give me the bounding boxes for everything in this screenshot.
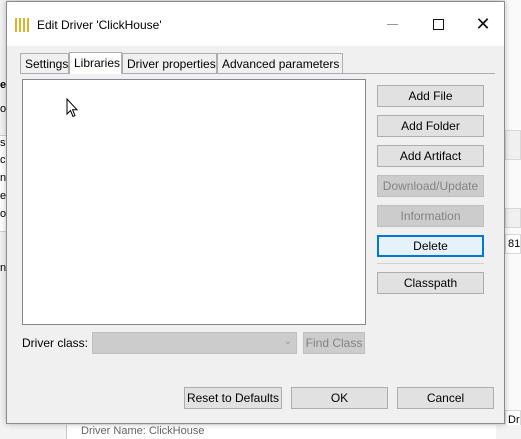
mouse-cursor-icon	[66, 98, 78, 118]
add-artifact-button[interactable]: Add Artifact	[377, 145, 484, 167]
chevron-down-icon: ⌄	[283, 336, 292, 347]
download-update-button[interactable]: Download/Update	[377, 175, 484, 197]
reset-to-defaults-button[interactable]: Reset to Defaults	[184, 387, 282, 409]
minimize-button[interactable]	[370, 2, 416, 46]
tab-libraries[interactable]: Libraries	[69, 52, 122, 74]
bg-cell	[505, 208, 521, 228]
tab-driver-properties[interactable]: Driver properties	[122, 53, 217, 73]
close-icon: ✕	[475, 14, 491, 34]
classpath-button[interactable]: Classpath	[377, 272, 484, 294]
button-separator	[377, 263, 484, 264]
find-class-button[interactable]: Find Class	[303, 332, 365, 354]
add-file-button[interactable]: Add File	[377, 85, 484, 107]
delete-button[interactable]: Delete	[377, 235, 484, 257]
tab-advanced-parameters[interactable]: Advanced parameters	[217, 53, 343, 73]
driver-class-combo[interactable]: ⌄	[92, 332, 297, 354]
maximize-icon	[433, 19, 444, 30]
background-window-bottom: Driver Name: ClickHouse	[0, 425, 521, 439]
driver-class-label: Driver class:	[22, 336, 89, 350]
bg-text: s	[0, 137, 6, 149]
background-window-right: 812 Drive	[505, 0, 521, 439]
bg-cell	[505, 130, 521, 160]
title-bar[interactable]: Edit Driver 'ClickHouse' ✕	[7, 2, 504, 46]
bg-cell: 812	[505, 234, 521, 254]
window-title: Edit Driver 'ClickHouse'	[37, 18, 162, 32]
edit-driver-dialog: Edit Driver 'ClickHouse' ✕ Settings Libr…	[6, 1, 505, 424]
bg-driver-name-field: Driver Name: ClickHouse	[66, 425, 496, 439]
ok-button[interactable]: OK	[291, 387, 388, 409]
cancel-button[interactable]: Cancel	[397, 387, 494, 409]
information-button[interactable]: Information	[377, 205, 484, 227]
add-folder-button[interactable]: Add Folder	[377, 115, 484, 137]
minimize-icon	[387, 24, 398, 25]
maximize-button[interactable]	[415, 2, 461, 46]
tab-settings[interactable]: Settings	[20, 53, 69, 73]
close-button[interactable]: ✕	[460, 2, 506, 46]
bg-text: c	[0, 154, 6, 166]
app-icon	[15, 18, 29, 32]
